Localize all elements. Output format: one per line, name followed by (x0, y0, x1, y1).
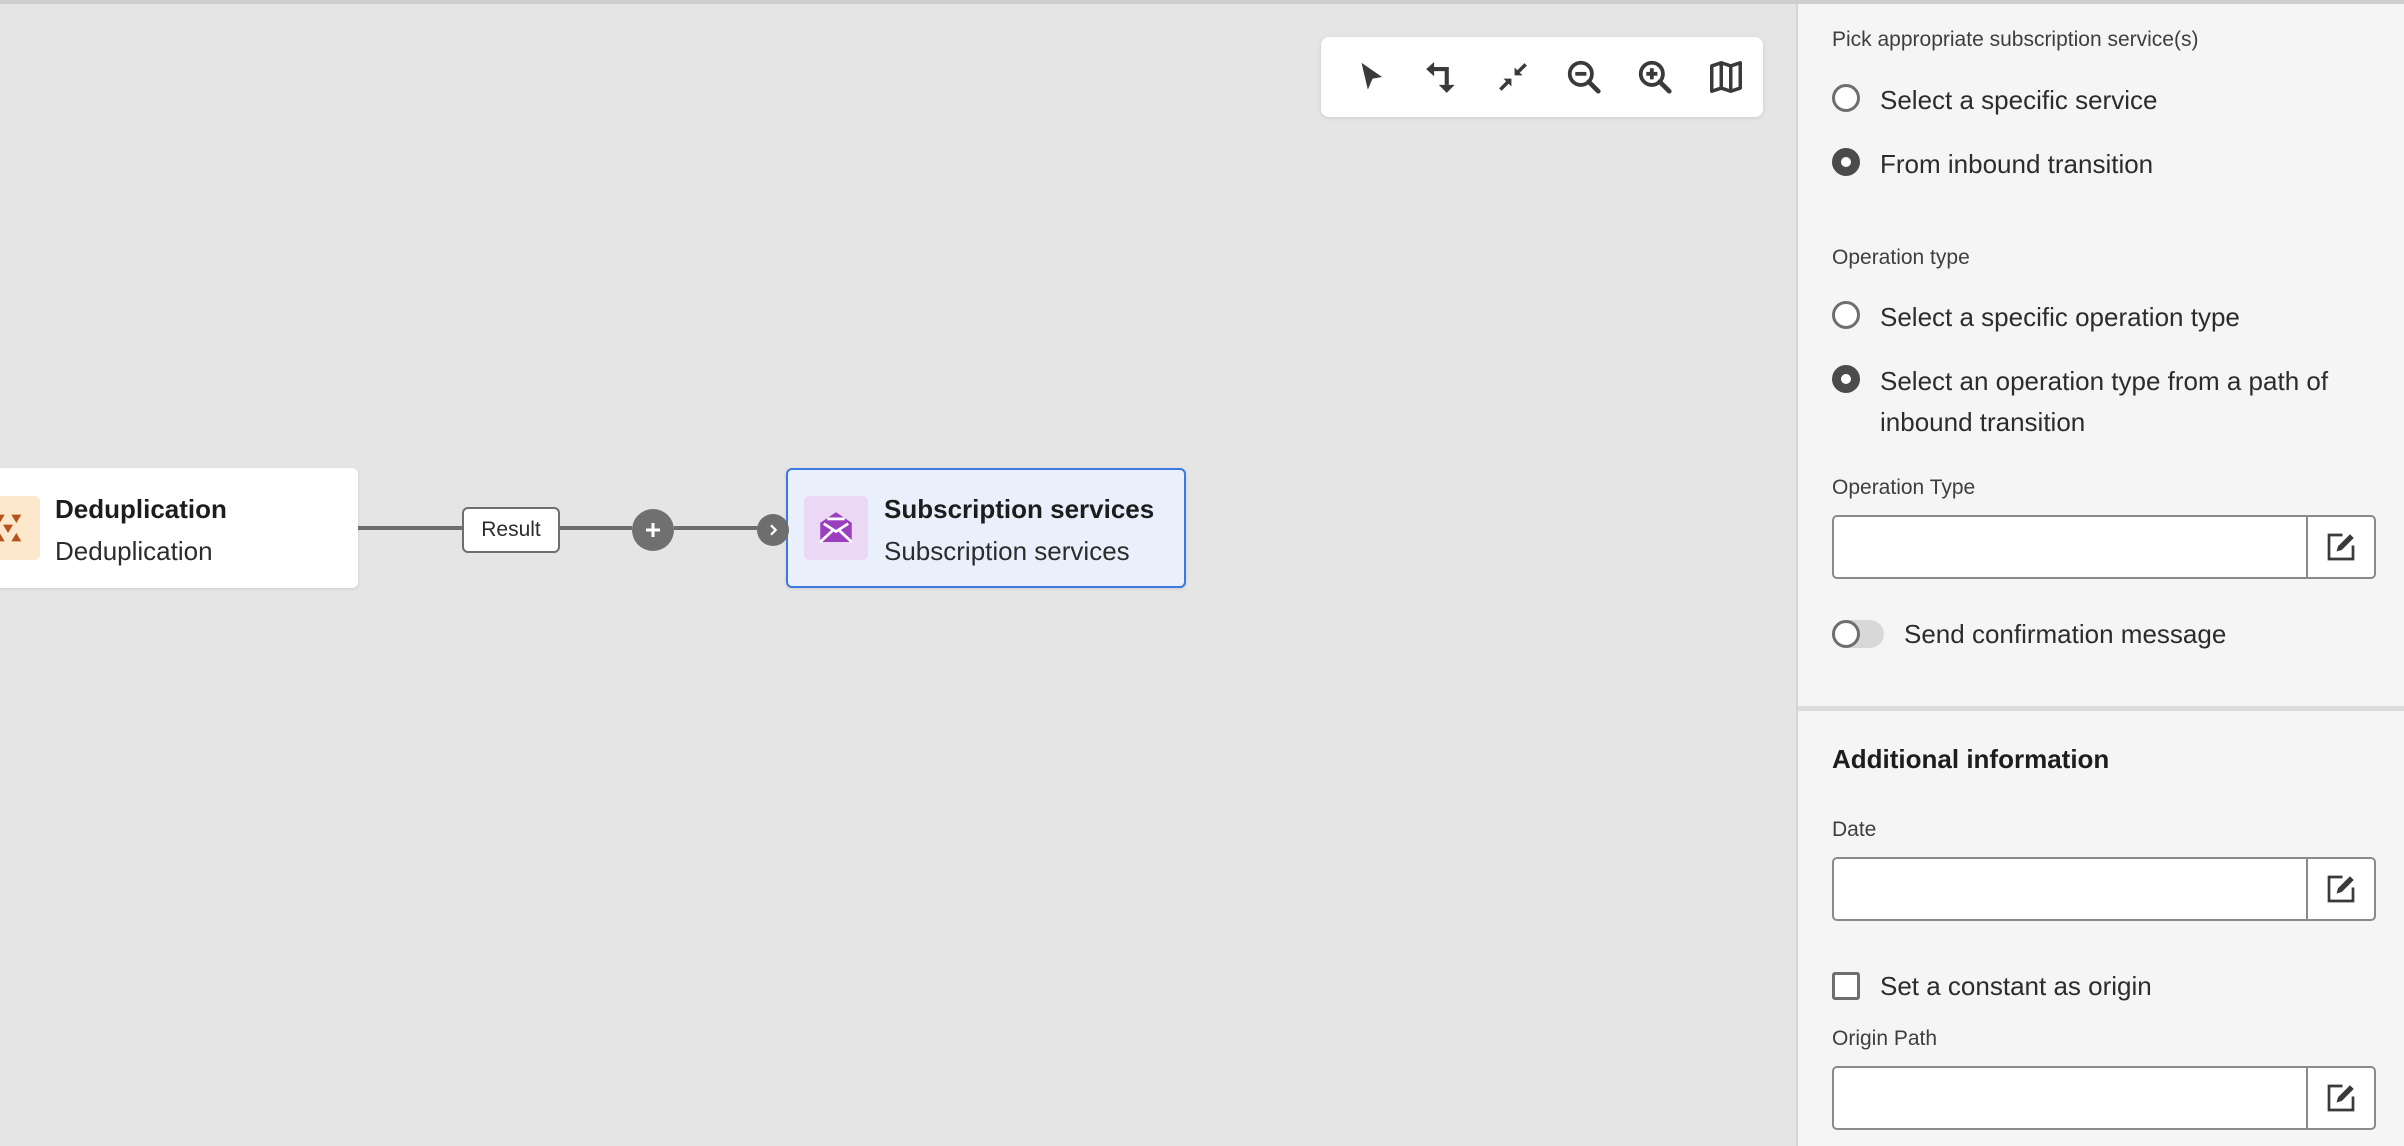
envelope-icon (819, 512, 853, 544)
toggle-knob (1832, 620, 1860, 648)
node-subtitle: Subscription services (884, 536, 1130, 566)
operation-type-label: Operation type (1832, 246, 1970, 269)
fit-to-screen-icon (1499, 63, 1527, 91)
origin-path-input[interactable] (1834, 1068, 2310, 1128)
operation-type-field-label: Operation Type (1832, 476, 1976, 499)
connection-line (674, 526, 764, 530)
radio-label: Select an operation type from a path of … (1880, 366, 2329, 437)
section-divider (1798, 706, 2404, 711)
checkbox-label: Set a constant as origin (1880, 971, 2152, 1001)
edge-label-result[interactable]: Result (462, 507, 560, 553)
rearrange-tool-button[interactable] (1420, 55, 1464, 99)
origin-path-field (1832, 1066, 2376, 1130)
zoom-out-tool-button[interactable] (1562, 55, 1606, 99)
date-input[interactable] (1834, 859, 2310, 919)
operation-type-field (1832, 515, 2376, 579)
date-edit-button[interactable] (2306, 859, 2374, 919)
chevron-right-icon (770, 524, 778, 536)
operation-type-edit-button[interactable] (2306, 517, 2374, 577)
pointer-tool-button[interactable] (1349, 55, 1393, 99)
edit-expression-icon (2327, 533, 2355, 561)
constant-origin-checkbox[interactable] (1832, 972, 1860, 1000)
node-title: Deduplication (55, 494, 227, 524)
radio-button[interactable] (1832, 148, 1860, 176)
rearrange-icon (1426, 61, 1455, 93)
radio-label: Select a specific service (1880, 85, 2158, 115)
zoom-out-icon (1567, 60, 1601, 94)
deduplication-icon (0, 514, 22, 542)
canvas-toolbar (1321, 37, 1763, 117)
send-confirmation-toggle[interactable] (1832, 620, 1884, 648)
map-tool-button[interactable] (1704, 55, 1748, 99)
radio-label: Select a specific operation type (1880, 302, 2240, 332)
node-icon-tile (0, 496, 40, 560)
date-field-label: Date (1832, 818, 1877, 841)
plus-icon (646, 523, 660, 537)
inbound-port[interactable] (757, 514, 789, 546)
origin-path-field-label: Origin Path (1832, 1027, 1938, 1050)
connection-line (356, 526, 462, 530)
properties-panel: Pick appropriate subscription service(s)… (1796, 4, 2404, 1146)
fit-to-screen-tool-button[interactable] (1491, 55, 1535, 99)
add-activity-button[interactable] (632, 509, 674, 551)
operation-type-input[interactable] (1834, 517, 2310, 577)
subscription-service-label: Pick appropriate subscription service(s) (1832, 28, 2199, 51)
zoom-in-tool-button[interactable] (1633, 55, 1677, 99)
node-subtitle: Deduplication (55, 536, 213, 566)
node-deduplication[interactable]: Deduplication Deduplication (0, 468, 358, 588)
node-icon-tile (804, 496, 868, 560)
pointer-icon (1361, 62, 1383, 90)
radio-button[interactable] (1832, 365, 1860, 393)
additional-information-heading: Additional information (1832, 744, 2110, 774)
edit-expression-icon (2327, 875, 2355, 903)
radio-button[interactable] (1832, 301, 1860, 329)
edit-expression-icon (2327, 1084, 2355, 1112)
node-title: Subscription services (884, 494, 1155, 524)
radio-label: From inbound transition (1880, 149, 2154, 179)
date-field (1832, 857, 2376, 921)
connection-line (560, 526, 632, 530)
zoom-in-icon (1638, 60, 1672, 94)
map-icon (1710, 61, 1742, 93)
workflow-canvas[interactable]: Result Deduplication Deduplication Subsc… (0, 4, 1796, 1146)
toggle-label: Send confirmation message (1904, 619, 2227, 649)
node-subscription-services[interactable]: Subscription services Subscription servi… (786, 468, 1186, 588)
origin-path-edit-button[interactable] (2306, 1068, 2374, 1128)
radio-button[interactable] (1832, 84, 1860, 112)
